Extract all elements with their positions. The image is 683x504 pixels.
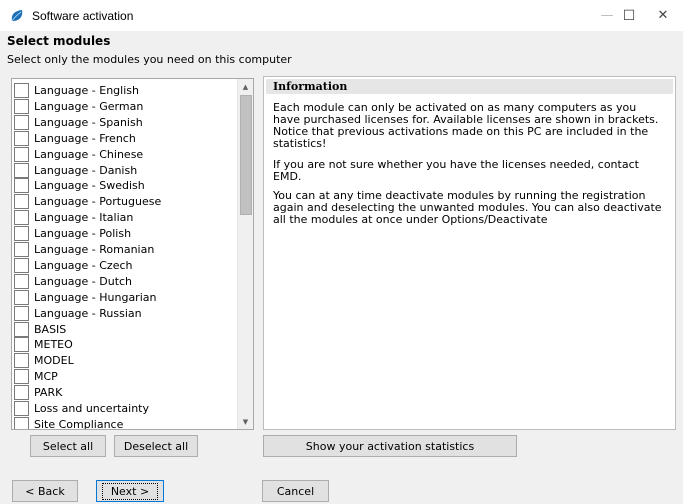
module-checkbox[interactable]: [14, 305, 29, 321]
module-checkbox[interactable]: [14, 194, 29, 210]
module-checkbox[interactable]: [14, 273, 29, 289]
module-checkbox[interactable]: [14, 210, 29, 226]
module-label: MODEL: [34, 354, 74, 368]
scroll-down-icon[interactable]: ▼: [238, 414, 253, 429]
module-list-scrollbar[interactable]: ▲ ▼: [237, 79, 253, 429]
module-list-item[interactable]: Language - Russian: [14, 305, 238, 321]
module-list-item[interactable]: Language - Czech: [14, 257, 238, 273]
module-label: Language - Dutch: [34, 274, 133, 288]
module-list-item[interactable]: Language - Romanian: [14, 242, 238, 257]
module-list-item[interactable]: Language - Spanish: [14, 114, 238, 130]
module-list-item[interactable]: Language - Portuguese: [14, 194, 238, 210]
module-label: Language - Italian: [34, 211, 134, 225]
module-label: Language - French: [34, 131, 136, 145]
module-label: Language - German: [34, 99, 144, 113]
module-list-item[interactable]: Loss and uncertainty: [14, 401, 238, 416]
module-label: Language - Romanian: [34, 243, 155, 256]
close-button[interactable]: ✕: [640, 0, 683, 31]
module-label: Site Compliance: [34, 417, 124, 430]
module-list-item[interactable]: Site Compliance: [14, 416, 238, 430]
module-checkbox[interactable]: [14, 83, 29, 98]
page-subtitle: Select only the modules you need on this…: [7, 53, 292, 66]
module-list-item[interactable]: Language - Chinese: [14, 146, 238, 162]
window-title: Software activation: [32, 9, 134, 23]
module-label: Language - Polish: [34, 227, 132, 241]
module-checkbox[interactable]: [14, 226, 29, 242]
module-list-item[interactable]: PARK: [14, 385, 238, 401]
module-checkbox[interactable]: [14, 385, 29, 401]
module-checkbox[interactable]: [14, 242, 29, 257]
module-list-item[interactable]: Language - Italian: [14, 210, 238, 226]
select-all-button[interactable]: Select all: [30, 435, 106, 457]
module-checkbox[interactable]: [14, 401, 29, 416]
module-label: BASIS: [34, 322, 67, 336]
module-label: Language - Chinese: [34, 147, 144, 161]
title-bar: Software activation — ☐ ✕: [0, 0, 683, 31]
information-paragraph: If you are not sure whether you have the…: [273, 158, 639, 183]
module-label: Language - Russian: [34, 306, 142, 320]
module-label: MCP: [34, 370, 58, 384]
module-checkbox[interactable]: [14, 98, 29, 114]
module-checkbox[interactable]: [14, 257, 29, 273]
module-list-item[interactable]: MODEL: [14, 353, 238, 369]
module-list-item[interactable]: Language - Swedish: [14, 178, 238, 194]
scroll-up-icon[interactable]: ▲: [238, 79, 253, 94]
module-checkbox[interactable]: [14, 146, 29, 162]
information-header: Information: [266, 79, 673, 94]
module-label: Language - Danish: [34, 163, 138, 177]
back-button[interactable]: < Back: [12, 480, 78, 502]
module-checkbox[interactable]: [14, 289, 29, 305]
module-checkbox[interactable]: [14, 114, 29, 130]
module-list-item[interactable]: Language - Polish: [14, 226, 238, 242]
module-checkbox[interactable]: [14, 130, 29, 146]
module-checkbox[interactable]: [14, 337, 29, 353]
module-list[interactable]: Language - English Language - German Langu…: [11, 78, 254, 430]
module-list-item[interactable]: MCP: [14, 369, 238, 385]
module-label: Language - Portuguese: [34, 195, 162, 209]
page-title: Select modules: [7, 34, 111, 48]
information-paragraph: Each module can only be activated on as …: [273, 101, 659, 150]
information-panel: Information Each module can only be acti…: [263, 76, 676, 430]
module-checkbox[interactable]: [14, 353, 29, 369]
module-list-item[interactable]: BASIS: [14, 321, 238, 337]
module-list-item[interactable]: METEO: [14, 337, 238, 353]
module-label: PARK: [34, 386, 63, 400]
module-label: Language - Hungarian: [34, 290, 157, 304]
module-checkbox[interactable]: [14, 178, 29, 194]
module-list-item[interactable]: Language - French: [14, 130, 238, 146]
module-list-item[interactable]: Language - Danish: [14, 162, 238, 178]
information-paragraph: You can at any time deactivate modules b…: [273, 189, 662, 226]
module-list-item[interactable]: Language - Dutch: [14, 273, 238, 289]
module-label: Language - Spanish: [34, 115, 143, 129]
module-label: Language - Swedish: [34, 179, 145, 193]
next-button-label: Next >: [101, 482, 159, 500]
app-logo-icon: [11, 10, 23, 22]
module-checkbox[interactable]: [14, 321, 29, 337]
deselect-all-button[interactable]: Deselect all: [114, 435, 198, 457]
module-list-item[interactable]: Language - English: [14, 83, 238, 98]
scroll-thumb[interactable]: [240, 95, 252, 215]
module-list-item[interactable]: Language - Hungarian: [14, 289, 238, 305]
cancel-button[interactable]: Cancel: [262, 480, 329, 502]
module-list-item[interactable]: Language - German: [14, 98, 238, 114]
information-title: Information: [273, 80, 348, 93]
module-label: Loss and uncertainty: [34, 402, 150, 415]
module-checkbox[interactable]: [14, 162, 29, 178]
module-label: Language - English: [34, 84, 139, 97]
module-label: Language - Czech: [34, 258, 133, 272]
module-label: METEO: [34, 338, 73, 352]
next-button[interactable]: Next >: [96, 480, 164, 502]
module-checkbox[interactable]: [14, 369, 29, 385]
show-statistics-button[interactable]: Show your activation statistics: [263, 435, 517, 457]
module-checkbox[interactable]: [14, 416, 29, 429]
